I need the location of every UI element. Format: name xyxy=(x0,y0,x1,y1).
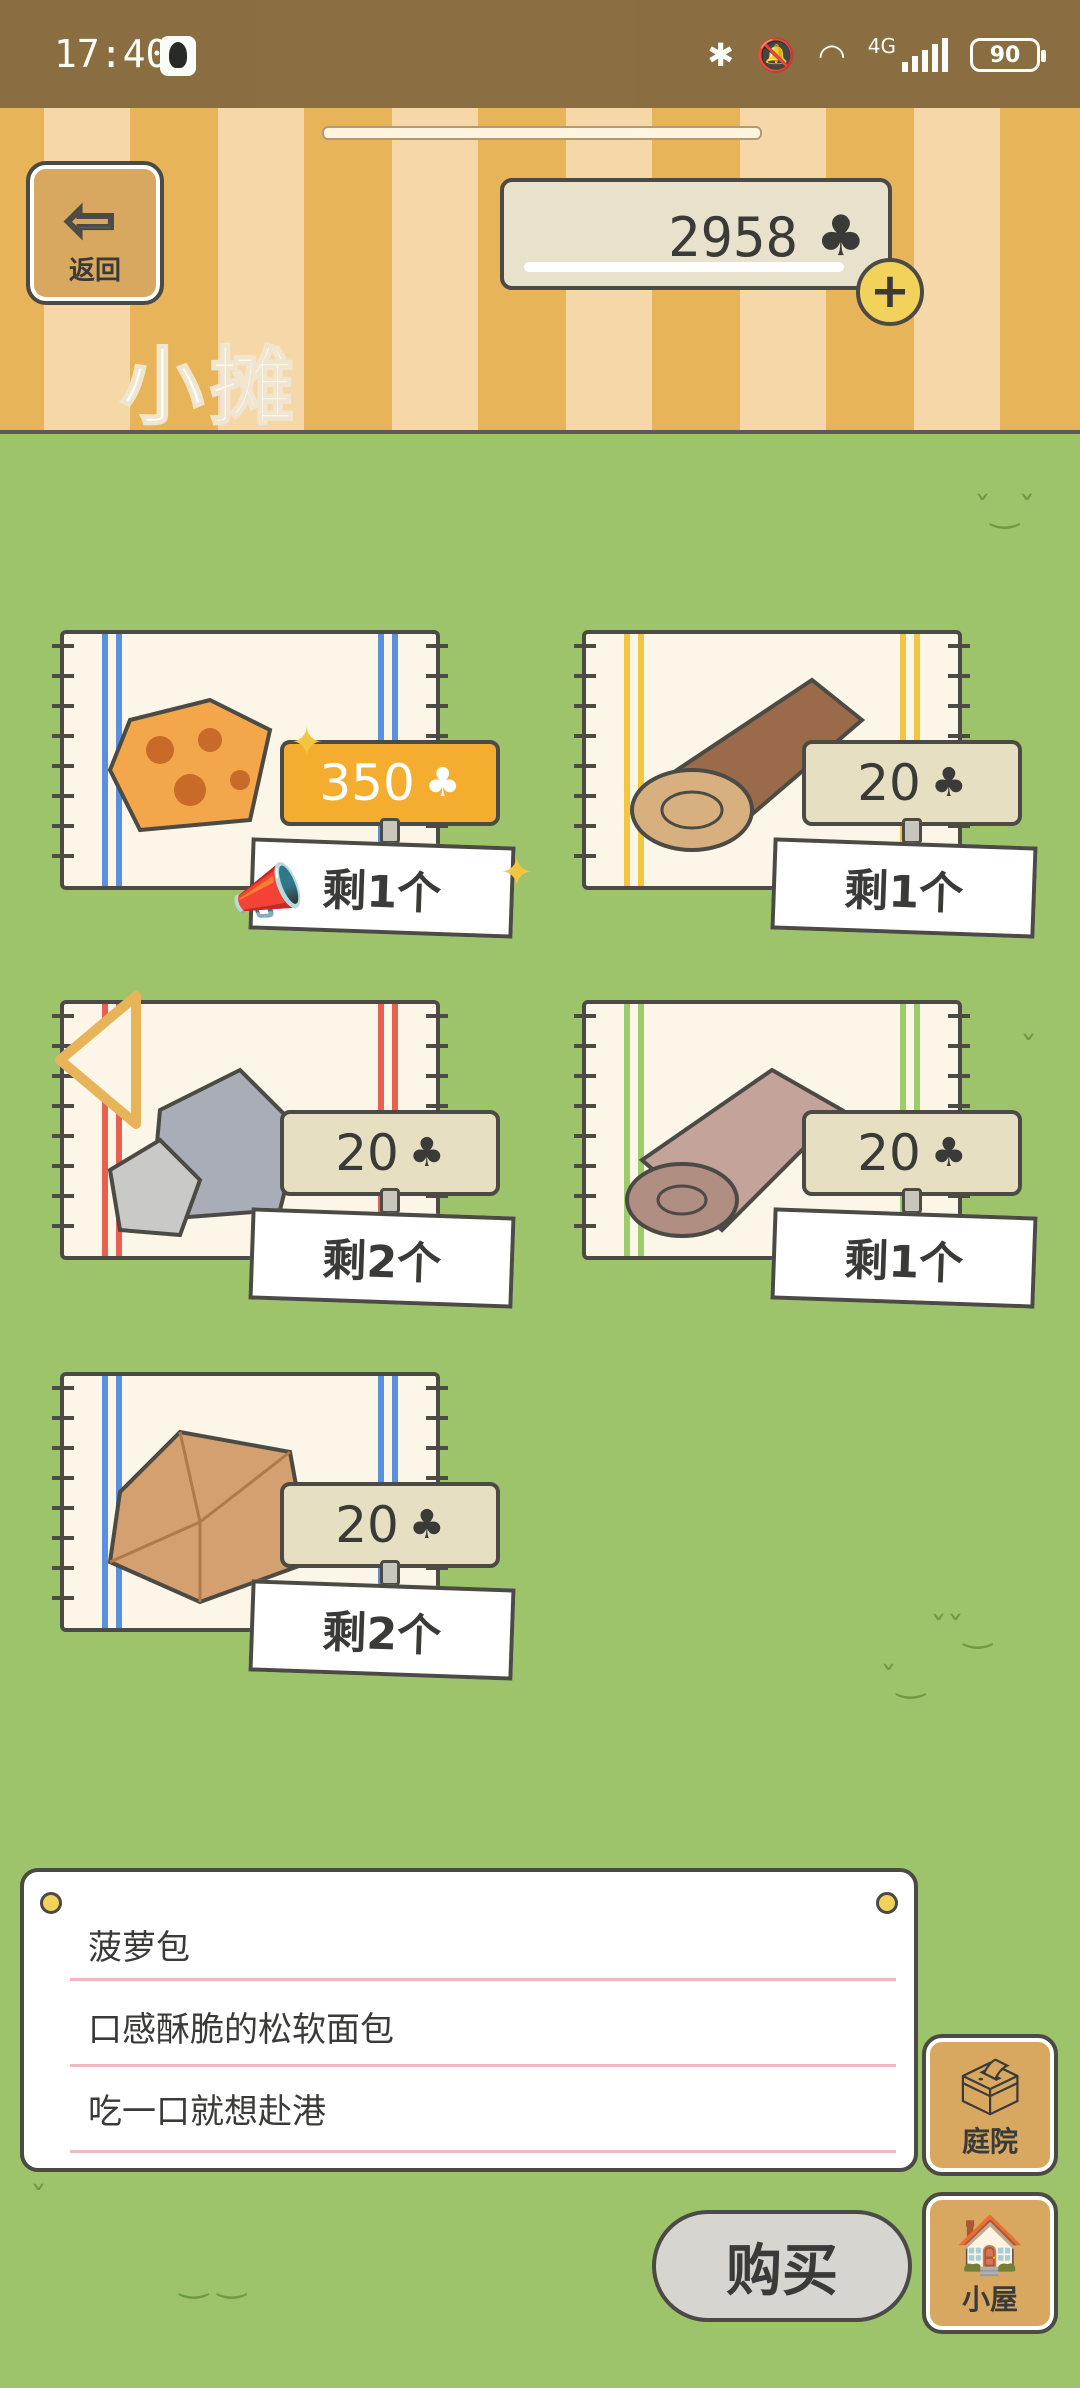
clover-icon: ♣ xyxy=(408,1502,445,1548)
back-button[interactable]: ⇦ 返回 xyxy=(26,161,164,305)
clover-icon: ♣ xyxy=(815,204,866,269)
status-time: 17:40 xyxy=(54,32,169,76)
item-description-line: 口感酥脆的松软面包 xyxy=(88,2010,394,2050)
price-tag: 20 ♣ xyxy=(802,1110,1022,1196)
price-value: 20 xyxy=(857,1124,921,1182)
price-tag: 20 ♣ xyxy=(280,1110,500,1196)
stock-label: 剩1个 xyxy=(770,1207,1038,1309)
wifi-icon: ◠ xyxy=(817,36,846,74)
house-label: 小屋 xyxy=(961,2283,1018,2316)
stock-label: 剩1个 xyxy=(770,837,1038,939)
price-tag: 20 ♣ xyxy=(802,740,1022,826)
qq-icon xyxy=(160,36,196,76)
add-clover-button[interactable]: + xyxy=(856,258,924,326)
status-icons: ✱ 🔕 ◠ 4G 90 xyxy=(707,34,1046,76)
grass-decoration: ‿ ‿ xyxy=(180,2260,246,2300)
price-value: 20 xyxy=(335,1124,399,1182)
yard-button[interactable]: 🗳 庭院 xyxy=(922,2034,1058,2176)
price-value: 350 xyxy=(319,754,415,812)
yard-icon: 🗳 xyxy=(954,2055,1026,2120)
pin-dot xyxy=(876,1892,898,1914)
balance-highlight xyxy=(524,262,844,272)
clover-icon: ♣ xyxy=(408,1130,445,1176)
network-label: 4G xyxy=(867,34,896,58)
back-arrow-icon: ⇦ xyxy=(63,182,118,258)
stock-label: 剩2个 xyxy=(248,1579,516,1681)
signal-icon xyxy=(902,38,948,72)
grass-decoration: ˇˇ‿ xyxy=(930,1610,992,1650)
clover-balance: 2958 ♣ xyxy=(500,178,892,290)
grass-decoration: ˇ‿ˇ xyxy=(974,490,1036,530)
yard-label: 庭院 xyxy=(961,2125,1018,2158)
grass-decoration: ˇ‿ xyxy=(880,1660,925,1700)
shop-item-log[interactable]: 20 ♣ 剩1个 xyxy=(562,630,1038,950)
price-tag: 20 ♣ xyxy=(280,1482,500,1568)
price-value: 20 xyxy=(857,754,921,812)
item-description-line: 吃一口就想赴港 xyxy=(88,2092,326,2132)
battery-icon: 90 xyxy=(970,38,1046,72)
drag-handle[interactable] xyxy=(322,126,762,140)
clover-count: 2958 xyxy=(667,206,798,269)
megaphone-icon: 📣 xyxy=(230,857,305,927)
tag-pin xyxy=(380,1560,400,1586)
status-bar: 17:40 ✱ 🔕 ◠ 4G 90 xyxy=(0,0,1080,108)
bluetooth-icon: ✱ xyxy=(707,36,734,74)
pin-dot xyxy=(40,1892,62,1914)
tag-pin xyxy=(380,1188,400,1214)
shop-item-paper-bag[interactable]: 20 ♣ 剩2个 xyxy=(40,1372,516,1692)
scroll-left-arrow-icon[interactable] xyxy=(52,990,144,1130)
grass-decoration: ˇ xyxy=(1020,1030,1037,1070)
item-name: 菠萝包 xyxy=(88,1928,190,1968)
melon-bun-icon xyxy=(107,697,273,833)
shop-item-cloth[interactable]: 20 ♣ 剩1个 xyxy=(562,1000,1038,1320)
tag-pin xyxy=(902,818,922,844)
back-label: 返回 xyxy=(68,256,121,286)
stock-label: 剩2个 xyxy=(248,1207,516,1309)
buy-button[interactable]: 购买 xyxy=(652,2210,912,2322)
grass-decoration: ˇ xyxy=(30,2180,47,2220)
shop-item-melon-bun[interactable]: 350 ♣ 剩1个 📣 ✦ ✦ xyxy=(40,630,534,950)
price-value: 20 xyxy=(335,1496,399,1554)
house-icon: 🏠 xyxy=(955,2213,1025,2278)
house-button[interactable]: 🏠 小屋 xyxy=(922,2192,1058,2334)
item-description-board: 菠萝包 口感酥脆的松软面包 吃一口就想赴港 xyxy=(20,1868,918,2172)
mute-bell-icon: 🔕 xyxy=(756,36,796,74)
clover-icon: ♣ xyxy=(930,1130,967,1176)
tag-pin xyxy=(902,1188,922,1214)
clover-icon: ♣ xyxy=(930,760,967,806)
tag-pin xyxy=(380,818,400,844)
page-title: 小摊 xyxy=(119,337,301,437)
sparkle-icon: ✦ xyxy=(500,850,534,896)
sparkle-icon: ✦ xyxy=(290,720,324,766)
clover-icon: ♣ xyxy=(424,760,461,806)
